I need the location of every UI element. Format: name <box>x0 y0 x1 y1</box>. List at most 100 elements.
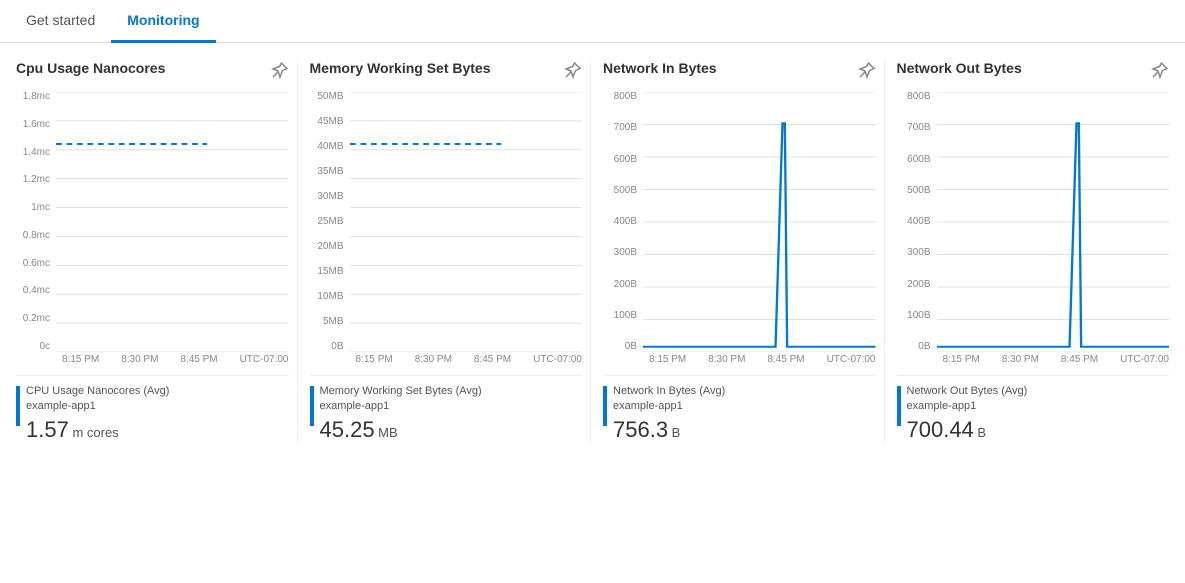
x-label: 8:45 PM <box>474 354 511 365</box>
y-label: 300B <box>907 248 930 258</box>
y-label: 25MB <box>317 217 343 227</box>
legend-bar-network-in <box>603 386 607 426</box>
chart-legend-network-out: Network Out Bytes (Avg)example-app1 700.4… <box>897 375 1170 443</box>
y-axis-memory: 50MB45MB40MB35MB30MB25MB20MB15MB10MB5MB0… <box>310 92 350 352</box>
y-label: 0.2mc <box>23 314 50 324</box>
legend-title: Network In Bytes (Avg) <box>613 384 725 399</box>
legend-bar-cpu <box>16 386 20 426</box>
y-axis-network-in: 800B700B600B500B400B300B200B100B0B <box>603 92 643 352</box>
chart-area-memory: 50MB45MB40MB35MB30MB25MB20MB15MB10MB5MB0… <box>310 92 583 352</box>
x-label: 8:15 PM <box>356 354 393 365</box>
x-label: UTC-07:00 <box>533 354 582 365</box>
x-axis-network-out: 8:15 PM 8:30 PM 8:45 PM UTC-07:00 <box>897 354 1170 365</box>
x-label: 8:45 PM <box>180 354 217 365</box>
y-label: 500B <box>907 186 930 196</box>
legend-title: Network Out Bytes (Avg) <box>907 384 1028 399</box>
x-label: UTC-07:00 <box>240 354 289 365</box>
y-label: 20MB <box>317 242 343 252</box>
chart-area-network-out: 800B700B600B500B400B300B200B100B0B <box>897 92 1170 352</box>
chart-header-network-out: Network Out Bytes <box>897 59 1170 84</box>
legend-text-network-out: Network Out Bytes (Avg)example-app1 700.4… <box>907 384 1028 443</box>
chart-header-network-in: Network In Bytes <box>603 59 876 84</box>
legend-unit: B <box>668 425 680 440</box>
chart-legend-cpu: CPU Usage Nanocores (Avg)example-app11.5… <box>16 375 289 443</box>
legend-unit: B <box>974 425 986 440</box>
y-axis-network-out: 800B700B600B500B400B300B200B100B0B <box>897 92 937 352</box>
y-label: 800B <box>907 92 930 102</box>
y-label: 50MB <box>317 92 343 102</box>
legend-value: 700.44 B <box>907 417 1028 443</box>
y-label: 10MB <box>317 292 343 302</box>
pin-icon-cpu[interactable] <box>271 61 289 84</box>
legend-sub: example-app1 <box>613 399 725 414</box>
legend-text-cpu: CPU Usage Nanocores (Avg)example-app11.5… <box>26 384 169 443</box>
x-label: UTC-07:00 <box>1120 354 1169 365</box>
chart-panel-memory: Memory Working Set Bytes50MB45MB40MB35MB… <box>302 59 592 443</box>
legend-sub: example-app1 <box>907 399 1028 414</box>
y-label: 200B <box>907 280 930 290</box>
y-label: 0B <box>331 342 343 352</box>
x-label: 8:15 PM <box>649 354 686 365</box>
y-label: 1mc <box>31 203 50 213</box>
chart-svg-cpu <box>56 92 289 352</box>
y-label: 400B <box>614 217 637 227</box>
chart-header-memory: Memory Working Set Bytes <box>310 59 583 84</box>
legend-sub: example-app1 <box>26 399 169 414</box>
pin-icon-network-in[interactable] <box>858 61 876 84</box>
y-label: 15MB <box>317 267 343 277</box>
chart-title-memory: Memory Working Set Bytes <box>310 59 491 77</box>
chart-title-network-in: Network In Bytes <box>603 59 717 77</box>
y-label: 1.6mc <box>23 120 50 130</box>
y-label: 1.2mc <box>23 175 50 185</box>
pin-icon-memory[interactable] <box>564 61 582 84</box>
x-axis-cpu: 8:15 PM8:30 PM8:45 PMUTC-07:00 <box>16 354 289 365</box>
legend-title: Memory Working Set Bytes (Avg) <box>320 384 482 399</box>
chart-panel-network-out: Network Out Bytes800B700B600B500B400B300… <box>889 59 1178 443</box>
legend-unit: MB <box>375 425 398 440</box>
legend-sub: example-app1 <box>320 399 482 414</box>
x-axis-memory: 8:15 PM8:30 PM8:45 PMUTC-07:00 <box>310 354 583 365</box>
y-label: 0B <box>918 342 930 352</box>
y-label: 200B <box>614 280 637 290</box>
y-label: 700B <box>907 123 930 133</box>
y-label: 800B <box>614 92 637 102</box>
legend-title: CPU Usage Nanocores (Avg) <box>26 384 169 399</box>
chart-panel-cpu: Cpu Usage Nanocores1.8mc1.6mc1.4mc1.2mc1… <box>8 59 298 443</box>
y-label: 45MB <box>317 117 343 127</box>
charts-container: Cpu Usage Nanocores1.8mc1.6mc1.4mc1.2mc1… <box>0 43 1185 459</box>
chart-svg-network-out <box>937 92 1170 352</box>
chart-svg-network-in <box>643 92 876 352</box>
x-label: 8:45 PM <box>1061 354 1098 365</box>
x-axis-network-in: 8:15 PM8:30 PM8:45 PMUTC-07:00 <box>603 354 876 365</box>
legend-text-network-in: Network In Bytes (Avg)example-app1 756.3 … <box>613 384 725 443</box>
y-label: 600B <box>614 155 637 165</box>
tab-get-started[interactable]: Get started <box>10 0 111 43</box>
pin-icon-network-out[interactable] <box>1151 61 1169 84</box>
chart-header-cpu: Cpu Usage Nanocores <box>16 59 289 84</box>
x-label: 8:45 PM <box>767 354 804 365</box>
y-label: 40MB <box>317 142 343 152</box>
tab-monitoring[interactable]: Monitoring <box>111 0 215 43</box>
chart-area-network-in: 800B700B600B500B400B300B200B100B0B <box>603 92 876 352</box>
legend-unit: m cores <box>69 425 119 440</box>
y-label: 100B <box>907 311 930 321</box>
chart-legend-memory: Memory Working Set Bytes (Avg)example-ap… <box>310 375 583 443</box>
x-label: 8:30 PM <box>1002 354 1039 365</box>
x-label: 8:15 PM <box>943 354 980 365</box>
y-label: 0.6mc <box>23 259 50 269</box>
y-label: 100B <box>614 311 637 321</box>
legend-value: 45.25 MB <box>320 417 482 443</box>
legend-text-memory: Memory Working Set Bytes (Avg)example-ap… <box>320 384 482 443</box>
y-label: 1.4mc <box>23 148 50 158</box>
legend-bar-memory <box>310 386 314 426</box>
tabs-bar: Get startedMonitoring <box>0 0 1185 43</box>
chart-svg-memory <box>350 92 583 352</box>
y-label: 0.8mc <box>23 231 50 241</box>
y-label: 400B <box>907 217 930 227</box>
legend-value: 756.3 B <box>613 417 725 443</box>
y-label: 30MB <box>317 192 343 202</box>
chart-area-cpu: 1.8mc1.6mc1.4mc1.2mc1mc0.8mc0.6mc0.4mc0.… <box>16 92 289 352</box>
x-label: 8:30 PM <box>708 354 745 365</box>
y-label: 0.4mc <box>23 286 50 296</box>
y-label: 700B <box>614 123 637 133</box>
